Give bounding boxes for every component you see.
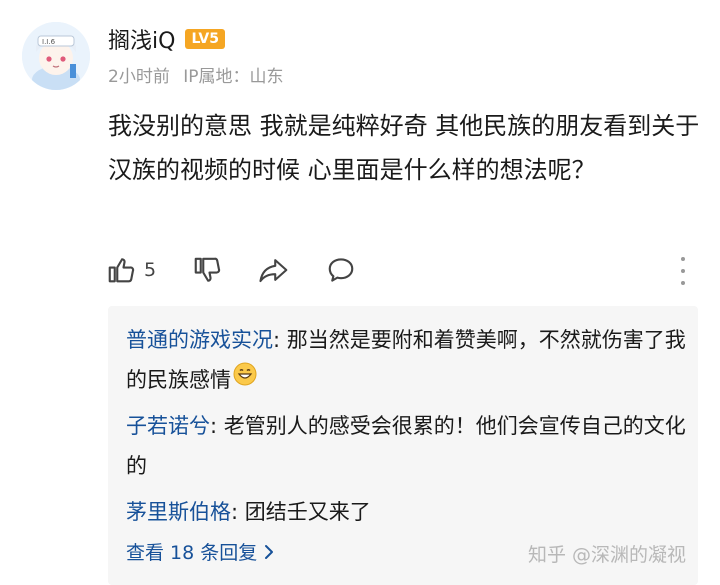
comment-header: 搁浅iQ LV5 xyxy=(108,22,226,56)
share-icon xyxy=(259,259,288,283)
share-button[interactable] xyxy=(258,255,290,285)
level-badge: LV5 xyxy=(185,29,226,49)
reply-text: 团结壬又来了 xyxy=(244,500,371,524)
reply-item: 子若诺兮: 老管别人的感受会很累的！他们会宣传自己的文化的 xyxy=(126,406,686,486)
comment-text: 我没别的意思 我就是纯粹好奇 其他民族的朋友看到关于汉族的视频的时候 心里面是什… xyxy=(108,112,700,184)
action-bar: 5 xyxy=(106,250,706,290)
reply-author[interactable]: 普通的游戏实况 xyxy=(126,328,273,352)
grinning-face-icon xyxy=(233,359,257,399)
ip-location: IP属地：山东 xyxy=(183,67,284,87)
chevron-right-icon xyxy=(265,544,274,559)
comment-meta: 2小时前 IP属地：山东 xyxy=(108,62,292,87)
comment-card: I.I.6 搁浅iQ LV5 2小时前 IP属地：山东 我没别的意思 我就是纯粹… xyxy=(0,0,720,585)
avatar[interactable]: I.I.6 xyxy=(22,22,90,90)
view-all-replies-label: 查看 18 条回复 xyxy=(126,542,258,564)
username[interactable]: 搁浅iQ xyxy=(108,23,175,55)
like-button[interactable]: 5 xyxy=(106,255,156,285)
reply-author[interactable]: 茅里斯伯格 xyxy=(126,500,231,524)
reply-button[interactable] xyxy=(326,255,356,285)
more-dot xyxy=(681,269,685,273)
reply-separator: : xyxy=(273,328,287,352)
watermark: 知乎 @深渊的凝视 xyxy=(528,544,687,566)
more-vertical-icon[interactable] xyxy=(676,257,690,285)
thumbs-down-icon xyxy=(194,257,221,282)
reply-item: 普通的游戏实况: 那当然是要附和着赞美啊，不然就伤害了我的民族感情 xyxy=(126,320,686,400)
reply-item: 茅里斯伯格: 团结壬又来了 xyxy=(126,492,686,532)
more-dot xyxy=(681,257,685,261)
timestamp: 2小时前 xyxy=(108,67,170,87)
reply-separator: : xyxy=(210,414,224,438)
comment-bubble-icon xyxy=(328,258,354,282)
reply-author[interactable]: 子若诺兮 xyxy=(126,414,210,438)
like-count: 5 xyxy=(144,259,157,281)
view-all-replies-link[interactable]: 查看 18 条回复 xyxy=(126,538,275,565)
thumbs-up-icon xyxy=(108,258,135,283)
more-dot xyxy=(681,281,685,285)
reply-separator: : xyxy=(231,500,245,524)
svg-text:I.I.6: I.I.6 xyxy=(42,38,56,46)
dislike-button[interactable] xyxy=(192,255,222,285)
avatar-illustration: I.I.6 xyxy=(22,22,90,90)
